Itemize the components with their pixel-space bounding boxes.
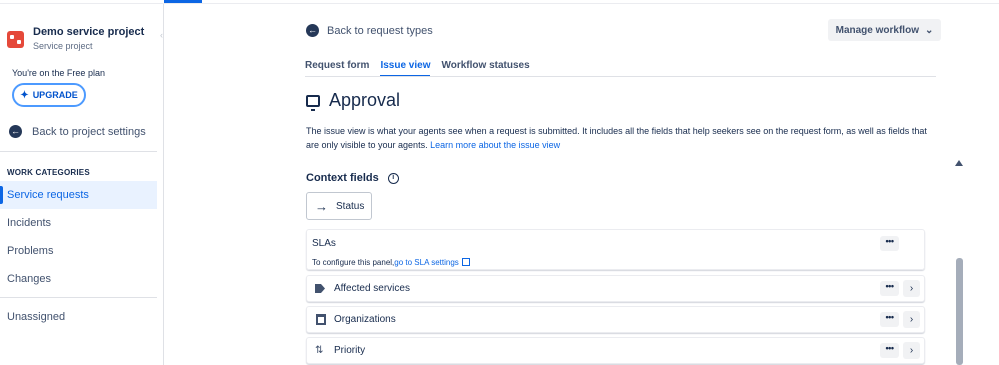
sidebar-item-unassigned[interactable]: Unassigned (0, 303, 157, 331)
project-type: Service project (33, 41, 93, 51)
chevron-right-icon[interactable]: › (903, 342, 920, 359)
scroll-up-icon[interactable] (955, 160, 963, 166)
field-label: Priority (334, 345, 366, 356)
back-to-project-settings-label: Back to project settings (32, 125, 146, 138)
page-description: The issue view is what your agents see w… (306, 124, 936, 152)
sidebar-item-problems[interactable]: Problems (0, 237, 157, 265)
sidebar-item-label: Changes (7, 273, 52, 285)
sidebar-divider (0, 297, 157, 298)
context-fields-label: Context fields (306, 172, 379, 184)
field-label: Affected services (334, 283, 410, 294)
more-actions-button[interactable]: ••• (880, 236, 899, 251)
work-categories-heading: WORK CATEGORIES (7, 168, 90, 177)
priority-icon: ⇅ (315, 345, 324, 356)
sla-note-text: To configure this panel, (312, 258, 395, 267)
monitor-icon (306, 94, 320, 111)
tab-workflow-statuses[interactable]: Workflow statuses (441, 60, 529, 77)
scrollbar-thumb[interactable] (956, 258, 963, 365)
plan-label: You're on the Free plan (12, 68, 105, 78)
manage-workflow-button[interactable]: Manage workflow ⌄ (828, 19, 941, 41)
back-to-project-settings-link[interactable]: ← Back to project settings (9, 125, 146, 138)
project-name: Demo service project (33, 26, 145, 38)
status-label: Status (336, 200, 365, 212)
arrow-right-icon: → (315, 198, 328, 214)
upgrade-button[interactable]: ✦ UPGRADE (12, 83, 86, 107)
field-row-organizations[interactable]: Organizations ••• › (306, 306, 925, 333)
sla-note: To configure this panel,go to SLA settin… (312, 257, 470, 267)
sla-title: SLAs (312, 238, 336, 249)
context-fields-heading: Context fields i (306, 172, 399, 184)
sidebar-item-label: Problems (7, 245, 54, 257)
more-actions-button[interactable]: ••• (880, 343, 899, 358)
sparkle-icon: ✦ (20, 89, 29, 101)
tab-request-form[interactable]: Request form (305, 60, 369, 77)
chevron-right-icon[interactable]: › (903, 311, 920, 328)
field-row-priority[interactable]: ⇅ Priority ••• › (306, 337, 925, 364)
tab-issue-view[interactable]: Issue view (380, 60, 431, 77)
sidebar-item-label: Incidents (7, 217, 52, 229)
sidebar-item-label: Service requests (7, 189, 89, 201)
sidebar: Demo service project Service project You… (0, 4, 164, 365)
learn-more-link[interactable]: Learn more about the issue view (430, 140, 560, 150)
description-text: The issue view is what your agents see w… (306, 126, 927, 150)
back-to-request-types-label: Back to request types (327, 24, 433, 37)
page-title-row: Approval (306, 90, 400, 111)
upgrade-label: UPGRADE (32, 90, 78, 100)
sidebar-item-incidents[interactable]: Incidents (0, 209, 157, 237)
sla-settings-link[interactable]: go to SLA settings (394, 258, 459, 267)
external-link-icon (461, 258, 470, 266)
chevron-down-icon: ⌄ (924, 24, 934, 36)
sidebar-collapse-handle[interactable]: ‹ (160, 30, 163, 40)
chevron-right-icon[interactable]: › (903, 280, 920, 297)
back-to-request-types-link[interactable]: ← Back to request types (306, 24, 433, 37)
back-arrow-icon: ← (9, 125, 22, 138)
back-arrow-icon: ← (306, 24, 319, 37)
status-button[interactable]: → Status (306, 192, 372, 220)
field-label: Organizations (334, 314, 396, 325)
tag-icon (315, 284, 325, 293)
sla-panel: SLAs To configure this panel,go to SLA s… (306, 229, 925, 270)
tabs-divider (305, 76, 936, 77)
tab-bar: Request form Issue view Workflow statuse… (305, 60, 530, 77)
field-row-affected-services[interactable]: Affected services ••• › (306, 275, 925, 302)
info-icon[interactable]: i (387, 172, 399, 184)
sidebar-item-label: Unassigned (7, 311, 66, 323)
project-header[interactable]: Demo service project Service project (7, 26, 144, 51)
page-title: Approval (329, 90, 401, 110)
sidebar-item-changes[interactable]: Changes (0, 265, 157, 293)
more-actions-button[interactable]: ••• (880, 312, 899, 327)
organization-icon (316, 314, 326, 325)
manage-workflow-label: Manage workflow (835, 24, 919, 36)
top-bar-active-indicator (164, 0, 202, 3)
sidebar-item-service-requests[interactable]: Service requests (0, 181, 157, 209)
more-actions-button[interactable]: ••• (880, 281, 899, 296)
sidebar-divider (0, 151, 157, 152)
project-logo-icon (7, 31, 24, 48)
